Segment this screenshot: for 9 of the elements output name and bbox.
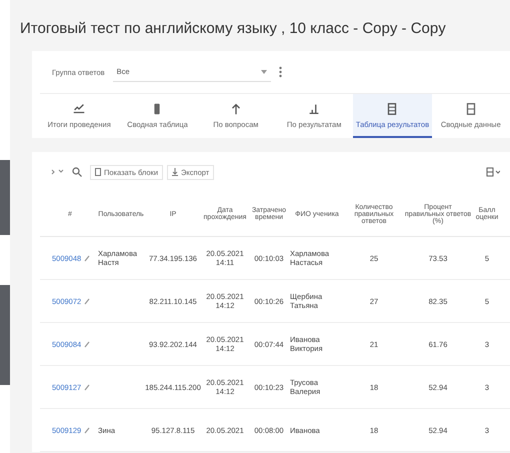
chevron-icon[interactable]: [50, 168, 64, 176]
tab-icon: [72, 102, 86, 116]
caret-icon: [260, 70, 267, 74]
columns-icon[interactable]: [486, 167, 500, 177]
page-title: Итоговый тест по английскому языку , 10 класс - Copy - Copy: [20, 20, 447, 37]
more-icon[interactable]: [278, 66, 282, 78]
download-icon: [172, 168, 178, 176]
tab-icon: [307, 102, 322, 116]
search-icon[interactable]: [72, 167, 82, 177]
